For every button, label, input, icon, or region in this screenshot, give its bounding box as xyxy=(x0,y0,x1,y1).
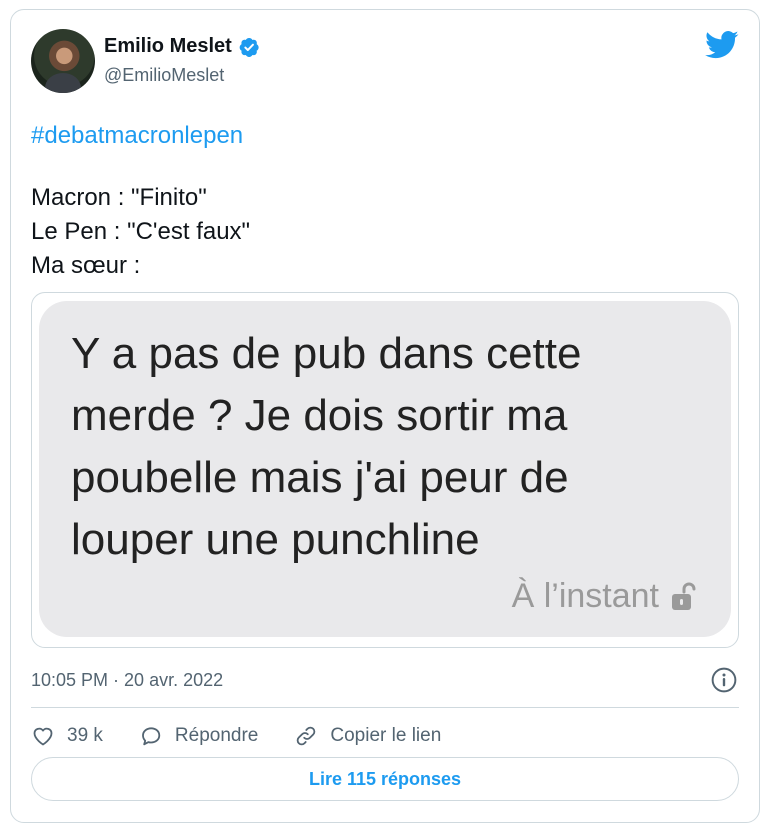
tweet-datetime[interactable]: 10:05 PM · 20 avr. 2022 xyxy=(31,670,223,691)
heart-icon xyxy=(33,727,53,746)
author-name[interactable]: Emilio Meslet xyxy=(104,35,232,58)
read-replies-button[interactable]: Lire 115 réponses xyxy=(31,757,739,801)
like-button[interactable]: 39 k xyxy=(31,724,103,748)
divider xyxy=(31,707,739,708)
message-line: merde ? Je dois sortir ma xyxy=(71,391,568,440)
tweet-actions: 39 k Répondre Copier le lien xyxy=(31,716,477,756)
hashtag-link[interactable]: #debatmacronlepen xyxy=(31,122,243,150)
tweet-line: Ma sœur : xyxy=(31,252,141,279)
like-count: 39 k xyxy=(67,725,103,746)
copy-link-button[interactable]: Copier le lien xyxy=(294,724,441,748)
tweet-line: Macron : "Finito" xyxy=(31,184,207,211)
reply-icon xyxy=(142,727,161,746)
verified-badge-icon xyxy=(239,37,259,57)
tweet-line: Le Pen : "C'est faux" xyxy=(31,218,251,245)
twitter-bird-icon[interactable] xyxy=(705,30,739,60)
info-icon[interactable] xyxy=(711,667,737,693)
author-handle[interactable]: @EmilioMeslet xyxy=(104,65,224,86)
message-line: Y a pas de pub dans cette xyxy=(71,329,582,378)
message-timestamp: À l’instant xyxy=(512,577,697,616)
tweet-media-image[interactable]: Y a pas de pub dans cette merde ? Je doi… xyxy=(31,292,739,648)
message-timestamp-text: À l’instant xyxy=(511,577,659,615)
tweet-text: Macron : "Finito" Le Pen : "C'est faux" … xyxy=(31,181,250,283)
copy-link-label: Copier le lien xyxy=(330,725,442,746)
reply-label: Répondre xyxy=(174,725,259,746)
message-line: louper une punchline xyxy=(71,515,480,564)
author-name-row[interactable]: Emilio Meslet xyxy=(104,35,260,58)
tweet-card: Emilio Meslet @EmilioMeslet #debatmacron… xyxy=(10,9,760,823)
avatar[interactable] xyxy=(31,29,95,93)
message-line: poubelle mais j'ai peur de xyxy=(71,453,569,502)
message-text: Y a pas de pub dans cette merde ? Je doi… xyxy=(71,323,691,571)
lock-open-icon xyxy=(672,582,696,610)
reply-button[interactable]: Répondre xyxy=(139,724,258,748)
message-bubble: Y a pas de pub dans cette merde ? Je doi… xyxy=(39,301,731,637)
link-icon xyxy=(297,726,316,746)
